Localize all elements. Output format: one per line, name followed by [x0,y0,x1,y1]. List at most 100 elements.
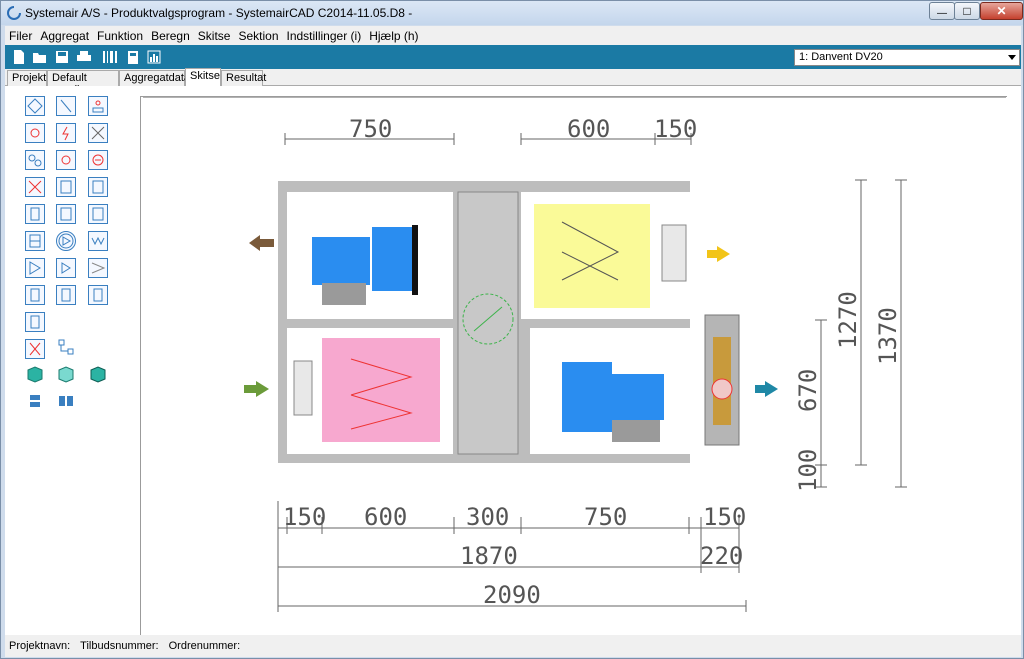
dim-right-100: 100 [794,449,822,492]
palette-section-icon[interactable] [88,285,108,305]
palette-cube-green-icon[interactable] [25,364,45,384]
palette-sensor-icon[interactable] [88,177,108,197]
chart-icon[interactable] [146,49,162,65]
tab-projekt[interactable]: Projekt [7,70,47,86]
palette-split-icon[interactable] [25,391,45,411]
unit-select-value: 1: Danvent DV20 [799,51,883,63]
print-icon[interactable] [76,49,92,65]
palette-cube-teal-icon[interactable] [56,364,76,384]
open-folder-icon[interactable] [32,49,48,65]
new-file-icon[interactable] [11,49,27,65]
palette-filter-icon[interactable] [25,96,45,116]
unit-drawing: 750 600 150 150 600 300 750 150 1870 220… [143,96,1006,612]
tab-default-vaerdier[interactable]: Default værdier [47,70,119,96]
drawing-canvas[interactable]: 750 600 150 150 600 300 750 150 1870 220… [140,96,1007,635]
minimize-icon: — [937,7,947,19]
palette-heater-icon[interactable] [25,123,45,143]
palette-access-icon[interactable] [56,204,76,224]
dim-total-1870: 1870 [460,542,518,570]
filter-pink [322,338,440,442]
status-tilbudsnummer: Tilbudsnummer: [80,640,159,652]
dim-total-220: 220 [700,542,743,570]
sketch-area: 750 600 150 150 600 300 750 150 1870 220… [5,86,1021,635]
palette-delete-icon[interactable] [25,339,45,359]
dim-bottom-600: 600 [364,503,407,531]
dim-top-750: 750 [349,115,392,143]
toolbar: 1: Danvent DV20 [5,45,1021,69]
status-bar: Projektnavn: Tilbudsnummer: Ordrenummer: [5,635,1021,657]
menu-filer[interactable]: Filer [5,29,36,43]
palette-connect-icon[interactable] [56,337,76,357]
maximize-button[interactable]: □ [954,2,980,20]
status-projektnavn: Projektnavn: [9,640,71,652]
palette-door-icon[interactable] [88,204,108,224]
palette-cross-hx-icon[interactable] [88,123,108,143]
menu-hjaelp[interactable]: Hjælp (h) [365,29,422,43]
window-title: Systemair A/S - Produktvalgsprogram - Sy… [25,6,413,20]
dim-top-600: 600 [567,115,610,143]
palette-plate-hx-icon[interactable] [56,177,76,197]
close-icon: ✕ [996,4,1007,18]
palette-empty-section-icon[interactable] [25,285,45,305]
palette-damper-icon[interactable] [25,150,45,170]
palette-panel-icon[interactable] [25,312,45,332]
dim-top-150: 150 [654,115,697,143]
menu-sektion[interactable]: Sektion [234,29,282,43]
palette-cooler-icon[interactable] [25,177,45,197]
arrow-exhaust [249,235,274,251]
menu-bar: Filer Aggregat Funktion Beregn Skitse Se… [5,26,1021,45]
app-window: Systemair A/S - Produktvalgsprogram - Sy… [0,0,1024,659]
menu-funktion[interactable]: Funktion [93,29,147,43]
minimize-button[interactable]: — [929,2,955,20]
dim-total-2090: 2090 [483,581,541,609]
arrow-supply [755,381,778,397]
dim-right-1270: 1270 [834,291,862,349]
palette-mixing-icon[interactable] [88,96,108,116]
fan-bottom [562,362,612,432]
damper-left [293,360,313,416]
component-palette [5,86,135,635]
tab-aggregatdata[interactable]: Aggregatdata [119,70,190,86]
tab-skitse[interactable]: Skitse [185,68,221,86]
palette-blank-icon[interactable] [56,285,76,305]
app-logo-icon [7,6,21,20]
save-icon[interactable] [54,49,70,65]
palette-grid-icon[interactable] [25,231,45,251]
barcode-icon[interactable] [102,49,118,65]
damper-right [661,224,687,282]
palette-join-icon[interactable] [56,391,76,411]
status-ordrenummer: Ordrenummer: [168,640,241,652]
unit-select[interactable]: 1: Danvent DV20 [794,49,1020,66]
menu-aggregat[interactable]: Aggregat [36,29,93,43]
menu-beregn[interactable]: Beregn [147,29,194,43]
palette-zigzag-filter-icon[interactable] [88,258,108,278]
dim-bottom-300: 300 [466,503,509,531]
palette-filter-panel-icon[interactable] [56,258,76,278]
maximize-icon: □ [963,4,971,18]
chevron-down-icon [1008,55,1016,60]
arrow-outdoor [707,246,730,262]
palette-electric-heater-icon[interactable] [56,123,76,143]
fan-top [312,237,370,285]
palette-humidifier-icon[interactable] [56,150,76,170]
menu-indstillinger[interactable]: Indstillinger (i) [283,29,366,43]
palette-fan-icon[interactable] [56,231,76,251]
close-button[interactable]: ✕ [980,2,1023,20]
dim-right-670: 670 [794,369,822,412]
menu-skitse[interactable]: Skitse [194,29,235,43]
palette-silencer-icon[interactable] [25,204,45,224]
dim-bottom-150-a: 150 [283,503,326,531]
dim-right-1370: 1370 [874,307,902,365]
palette-louvre-icon[interactable] [88,231,108,251]
palette-minus-icon[interactable] [88,150,108,170]
palette-wheel-icon[interactable] [56,96,76,116]
tab-strip: Projekt Default værdier Aggregatdata Ski… [5,68,1021,96]
filter-yellow [534,204,650,308]
palette-bag-filter-icon[interactable] [25,258,45,278]
dim-bottom-150-b: 150 [703,503,746,531]
title-bar: Systemair A/S - Produktvalgsprogram - Sy… [1,1,1023,25]
palette-cube-dark-icon[interactable] [88,364,108,384]
calculator-icon[interactable] [125,49,141,65]
tab-resultat[interactable]: Resultat [221,70,266,86]
dim-bottom-750: 750 [584,503,627,531]
